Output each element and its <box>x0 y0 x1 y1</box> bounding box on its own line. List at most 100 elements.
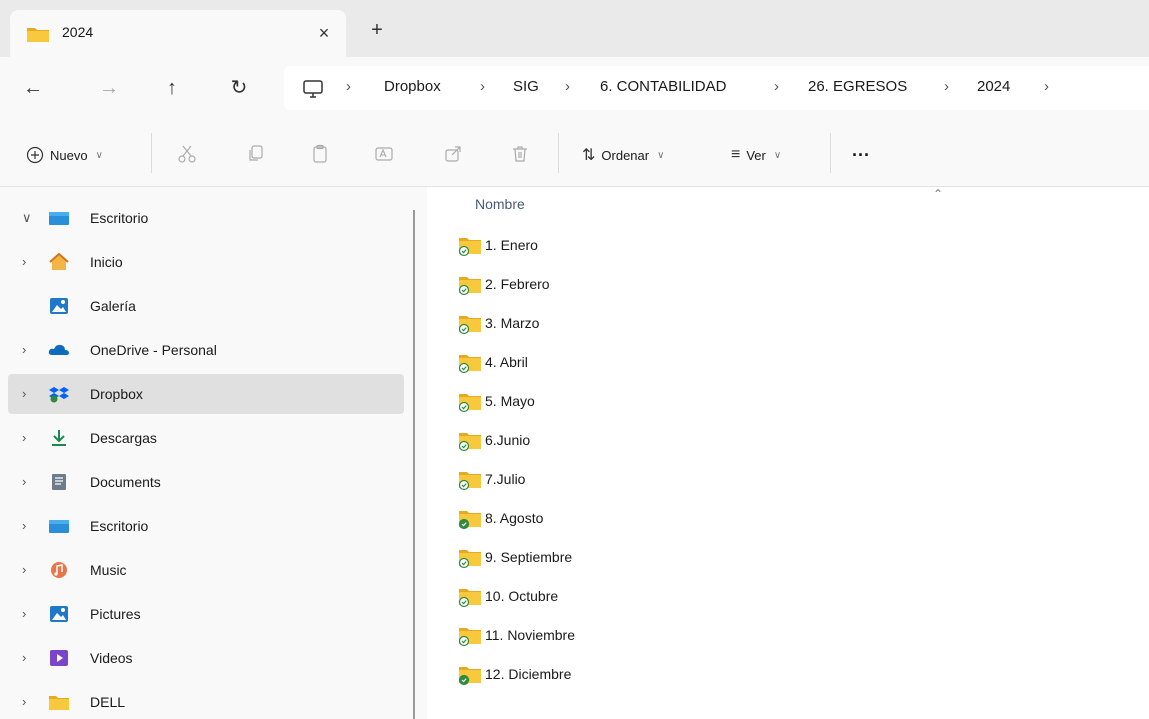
file-row[interactable]: 4. Abril <box>455 348 1115 378</box>
chevron-right-icon[interactable]: › <box>22 562 26 577</box>
toolbar-divider <box>830 133 831 173</box>
file-row[interactable]: 12. Diciembre <box>455 660 1115 690</box>
sidebar-item-label: Documents <box>90 474 161 490</box>
breadcrumb-egresos[interactable]: 26. EGRESOS <box>808 78 907 95</box>
more-options-button[interactable]: ··· <box>852 143 870 167</box>
file-name: 1. Enero <box>485 237 538 253</box>
plus-circle-icon <box>26 146 44 164</box>
breadcrumb-2024[interactable]: 2024 <box>977 78 1010 95</box>
gallery-icon <box>48 297 68 315</box>
file-row[interactable]: 11. Noviembre <box>455 621 1115 651</box>
chevron-down-icon[interactable]: ∨ <box>22 210 32 226</box>
file-list-pane: Nombre ⌃ 1. Enero 2. Febrero 3. Marzo 4. Ab… <box>427 187 1149 719</box>
file-row[interactable]: 9. Septiembre <box>455 543 1115 573</box>
folder-sync-icon <box>457 430 483 455</box>
breadcrumb-separator[interactable]: › <box>944 78 949 95</box>
folder-sync-icon <box>457 391 483 416</box>
close-tab-button[interactable]: × <box>310 19 338 47</box>
sidebar-item-label: Inicio <box>90 254 123 270</box>
column-header-name[interactable]: Nombre <box>475 196 525 212</box>
sidebar-item-label: DELL <box>90 694 126 710</box>
chevron-right-icon[interactable]: › <box>22 606 26 621</box>
folder-sync-icon <box>457 235 483 260</box>
file-name: 4. Abril <box>485 354 528 370</box>
share-icon[interactable] <box>440 141 466 167</box>
toolbar-divider <box>558 133 559 173</box>
refresh-button[interactable]: ↻ <box>226 75 252 101</box>
file-name: 10. Octubre <box>485 588 559 604</box>
file-row[interactable]: 3. Marzo <box>455 309 1115 339</box>
rename-icon[interactable] <box>371 141 397 167</box>
desktop-icon <box>48 517 69 535</box>
chevron-right-icon[interactable]: › <box>22 342 26 357</box>
chevron-right-icon[interactable]: › <box>22 386 26 401</box>
documents-icon <box>48 473 68 491</box>
sort-button-label: Ordenar <box>601 147 650 163</box>
sidebar-item-escritorio[interactable]: ∨ Escritorio <box>8 198 404 238</box>
sort-button[interactable]: ⇅ Ordenar ∨ <box>582 143 664 167</box>
address-bar[interactable]: › Dropbox › SIG › 6. CONTABILIDAD › 26. … <box>284 66 1149 110</box>
file-row[interactable]: 8. Agosto <box>455 504 1115 534</box>
pane-splitter[interactable] <box>413 210 415 719</box>
sidebar-item-escritorio-2[interactable]: › Escritorio <box>8 506 404 546</box>
sidebar-item-dell[interactable]: › DELL <box>8 682 404 719</box>
sidebar-item-pictures[interactable]: › Pictures <box>8 594 404 634</box>
sidebar-item-inicio[interactable]: › Inicio <box>8 242 404 282</box>
file-row[interactable]: 6.Junio <box>455 426 1115 456</box>
sidebar-item-label: Pictures <box>90 606 141 622</box>
sidebar-item-videos[interactable]: › Videos <box>8 638 404 678</box>
chevron-down-icon: ∨ <box>773 149 782 161</box>
chevron-right-icon[interactable]: › <box>22 694 26 709</box>
folder-sync-icon <box>457 352 483 377</box>
back-button[interactable]: ← <box>20 75 46 101</box>
sidebar-item-onedrive[interactable]: › OneDrive - Personal <box>8 330 404 370</box>
sidebar-item-label: Music <box>90 562 127 578</box>
desktop-icon <box>48 209 69 227</box>
toolbar-divider <box>151 133 152 173</box>
sort-ascending-icon: ⌃ <box>933 187 944 201</box>
new-tab-button[interactable]: + <box>363 16 391 44</box>
copy-icon[interactable] <box>243 141 269 167</box>
file-row[interactable]: 10. Octubre <box>455 582 1115 612</box>
file-row[interactable]: 2. Febrero <box>455 270 1115 300</box>
breadcrumb-separator[interactable]: › <box>565 78 570 95</box>
forward-button[interactable]: → <box>96 75 122 101</box>
chevron-right-icon[interactable]: › <box>22 430 26 445</box>
breadcrumb-contabilidad[interactable]: 6. CONTABILIDAD <box>600 78 726 95</box>
file-row[interactable]: 7.Julio <box>455 465 1115 495</box>
file-row[interactable]: 5. Mayo <box>455 387 1115 417</box>
tab-2024[interactable]: 2024 × <box>10 10 346 57</box>
breadcrumb-dropbox[interactable]: Dropbox <box>384 78 441 95</box>
sidebar-item-music[interactable]: › Music <box>8 550 404 590</box>
file-name: 11. Noviembre <box>485 627 576 643</box>
view-button-label: Ver <box>746 147 766 163</box>
delete-icon[interactable] <box>507 141 533 167</box>
breadcrumb-separator[interactable]: › <box>774 78 779 95</box>
cut-icon[interactable] <box>174 141 200 167</box>
sidebar-item-galeria[interactable]: Galería <box>8 286 404 326</box>
sidebar-item-descargas[interactable]: › Descargas <box>8 418 404 458</box>
breadcrumb-sig[interactable]: SIG <box>513 78 539 95</box>
sidebar-item-label: Videos <box>90 650 133 666</box>
chevron-right-icon[interactable]: › <box>22 650 26 665</box>
breadcrumb-separator[interactable]: › <box>1044 78 1049 95</box>
breadcrumb-separator[interactable]: › <box>480 78 485 95</box>
new-button[interactable]: Nuevo ∨ <box>26 143 103 167</box>
chevron-right-icon[interactable]: › <box>22 254 26 269</box>
sidebar-item-label: Dropbox <box>90 386 143 402</box>
this-pc-icon[interactable] <box>302 79 324 102</box>
view-button[interactable]: ≡ Ver ∨ <box>731 143 781 167</box>
breadcrumb-separator[interactable]: › <box>346 78 351 95</box>
folder-sync-icon <box>457 313 483 338</box>
address-row: ← → ↑ ↻ › Dropbox › SIG › 6. CONTABILIDA… <box>0 57 1149 119</box>
sort-arrows-icon: ⇅ <box>582 147 596 164</box>
file-name: 8. Agosto <box>485 510 544 526</box>
chevron-right-icon[interactable]: › <box>22 518 26 533</box>
sidebar-item-documents[interactable]: › Documents <box>8 462 404 502</box>
new-button-label: Nuevo <box>50 147 88 163</box>
chevron-right-icon[interactable]: › <box>22 474 26 489</box>
up-button[interactable]: ↑ <box>159 75 185 101</box>
paste-icon[interactable] <box>307 141 333 167</box>
file-row[interactable]: 1. Enero <box>455 231 1115 261</box>
sidebar-item-dropbox[interactable]: › Dropbox <box>8 374 404 414</box>
